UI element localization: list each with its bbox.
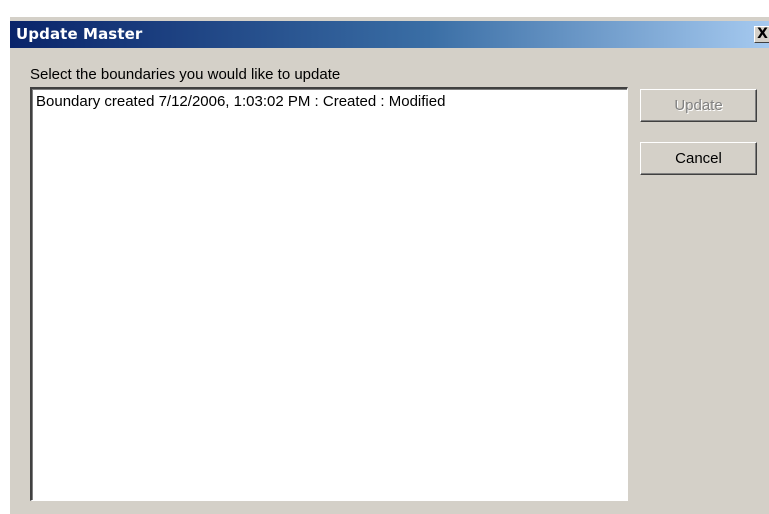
update-master-dialog: Update Master X Select the boundaries yo… bbox=[9, 16, 769, 514]
window-title: Update Master bbox=[16, 25, 143, 43]
cancel-button[interactable]: Cancel bbox=[640, 142, 757, 175]
title-bar[interactable]: Update Master X bbox=[10, 21, 769, 48]
boundary-listbox[interactable]: Boundary created 7/12/2006, 1:03:02 PM :… bbox=[30, 87, 628, 501]
list-item[interactable]: Boundary created 7/12/2006, 1:03:02 PM :… bbox=[34, 93, 627, 111]
prompt-label: Select the boundaries you would like to … bbox=[30, 66, 341, 83]
close-button[interactable]: X bbox=[754, 26, 769, 43]
close-icon: X bbox=[757, 26, 768, 42]
update-button[interactable]: Update bbox=[640, 89, 757, 122]
